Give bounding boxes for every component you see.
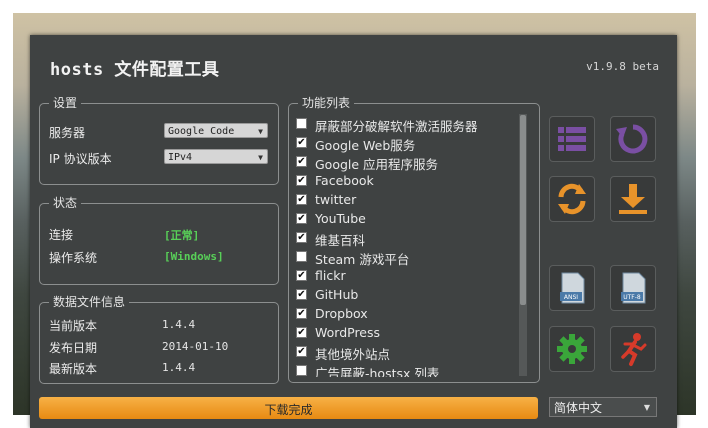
- app-window: hosts 文件配置工具 v1.9.8 beta 设置 服务器 Google C…: [30, 35, 677, 428]
- current-version-value: 1.4.4: [162, 318, 196, 331]
- ip-version-select-value: IPv4: [168, 152, 193, 163]
- save-utf8-button[interactable]: UTF-8: [610, 265, 656, 311]
- list-item[interactable]: 屏蔽部分破解软件激活服务器: [296, 115, 526, 134]
- checkbox[interactable]: ✔: [296, 308, 307, 319]
- undo-icon: [616, 124, 648, 154]
- list-item[interactable]: ✔ Facebook: [296, 172, 526, 191]
- checkbox[interactable]: [296, 118, 307, 129]
- function-list: 屏蔽部分破解软件激活服务器 ✔ Google Web服务 ✔ Google 应用程序…: [296, 115, 526, 377]
- list-item[interactable]: ✔ Dropbox: [296, 305, 526, 324]
- list-item[interactable]: ✔ 维基百科: [296, 229, 526, 248]
- save-ansi-button[interactable]: ANSI: [549, 265, 595, 311]
- list-view-button[interactable]: [549, 116, 595, 162]
- refresh-icon: [558, 183, 586, 215]
- scrollbar-thumb[interactable]: [520, 115, 526, 305]
- chevron-down-icon: ▼: [258, 127, 263, 136]
- list-item[interactable]: ✔ Google Web服务: [296, 134, 526, 153]
- data-info-group: 数据文件信息 当前版本 1.4.4 发布日期 2014-01-10 最新版本 1…: [39, 295, 279, 384]
- language-select-value: 简体中文: [554, 401, 603, 415]
- checkbox[interactable]: ✔: [296, 289, 307, 300]
- progress-text: 下载完成: [264, 403, 313, 417]
- list-item[interactable]: Steam 游戏平台: [296, 248, 526, 267]
- function-list-scrollbar[interactable]: [519, 114, 527, 376]
- download-icon: [619, 184, 647, 214]
- server-label: 服务器: [49, 126, 86, 140]
- svg-text:ANSI: ANSI: [564, 294, 578, 301]
- latest-version-value: 1.4.4: [162, 361, 196, 374]
- checkbox[interactable]: ✔: [296, 346, 307, 357]
- release-date-label: 发布日期: [49, 341, 98, 355]
- refresh-button[interactable]: [549, 176, 595, 222]
- server-select[interactable]: Google Code ▼: [164, 123, 268, 138]
- latest-version-label: 最新版本: [49, 362, 98, 376]
- settings-group: 设置 服务器 Google Code ▼ IP 协议版本 IPv4 ▼: [39, 96, 279, 185]
- checkbox[interactable]: [296, 251, 307, 262]
- server-select-value: Google Code: [168, 126, 235, 137]
- chevron-down-icon: ▼: [258, 153, 263, 162]
- list-item[interactable]: ✔ twitter: [296, 191, 526, 210]
- exit-button[interactable]: [610, 326, 656, 372]
- checkbox[interactable]: ✔: [296, 213, 307, 224]
- settings-button[interactable]: [549, 326, 595, 372]
- language-select[interactable]: 简体中文 ▼: [549, 397, 657, 417]
- ip-version-label: IP 协议版本: [49, 152, 112, 166]
- gear-icon: [557, 334, 587, 364]
- os-status: [Windows]: [164, 250, 224, 263]
- os-label: 操作系统: [49, 251, 98, 265]
- checkbox[interactable]: ✔: [296, 156, 307, 167]
- window-title: hosts 文件配置工具: [50, 60, 220, 80]
- connection-label: 连接: [49, 228, 74, 242]
- file-ansi-icon: ANSI: [560, 272, 585, 304]
- checkbox[interactable]: ✔: [296, 175, 307, 186]
- checkbox[interactable]: [296, 365, 307, 376]
- checkbox[interactable]: ✔: [296, 137, 307, 148]
- list-item[interactable]: ✔ 其他境外站点: [296, 343, 526, 362]
- ip-version-select[interactable]: IPv4 ▼: [164, 149, 268, 164]
- list-item[interactable]: ✔ GitHub: [296, 286, 526, 305]
- release-date-value: 2014-01-10: [162, 340, 229, 353]
- file-utf8-icon: UTF-8: [621, 272, 646, 304]
- checkbox[interactable]: ✔: [296, 270, 307, 281]
- settings-group-title: 设置: [49, 96, 82, 110]
- checkbox[interactable]: ✔: [296, 232, 307, 243]
- running-man-icon: [621, 333, 647, 366]
- version-label: v1.9.8 beta: [586, 60, 659, 73]
- checkbox[interactable]: ✔: [296, 327, 307, 338]
- checkbox[interactable]: ✔: [296, 194, 307, 205]
- data-info-group-title: 数据文件信息: [49, 295, 130, 309]
- list-item[interactable]: 广告屏蔽-hostsx 列表: [296, 362, 526, 377]
- status-group-title: 状态: [49, 196, 82, 210]
- list-item[interactable]: ✔ YouTube: [296, 210, 526, 229]
- connection-status: [正常]: [164, 229, 200, 242]
- current-version-label: 当前版本: [49, 319, 98, 333]
- function-list-group-title: 功能列表: [298, 96, 355, 110]
- svg-text:UTF-8: UTF-8: [623, 294, 641, 301]
- download-button[interactable]: [610, 176, 656, 222]
- chevron-down-icon: ▼: [643, 403, 650, 412]
- list-item[interactable]: ✔ WordPress: [296, 324, 526, 343]
- status-group: 状态 连接 [正常] 操作系统 [Windows]: [39, 196, 279, 285]
- progress-bar: 下载完成: [39, 397, 538, 419]
- list-item[interactable]: ✔ Google 应用程序服务: [296, 153, 526, 172]
- reset-button[interactable]: [610, 116, 656, 162]
- list-icon: [558, 127, 586, 151]
- list-item[interactable]: ✔ flickr: [296, 267, 526, 286]
